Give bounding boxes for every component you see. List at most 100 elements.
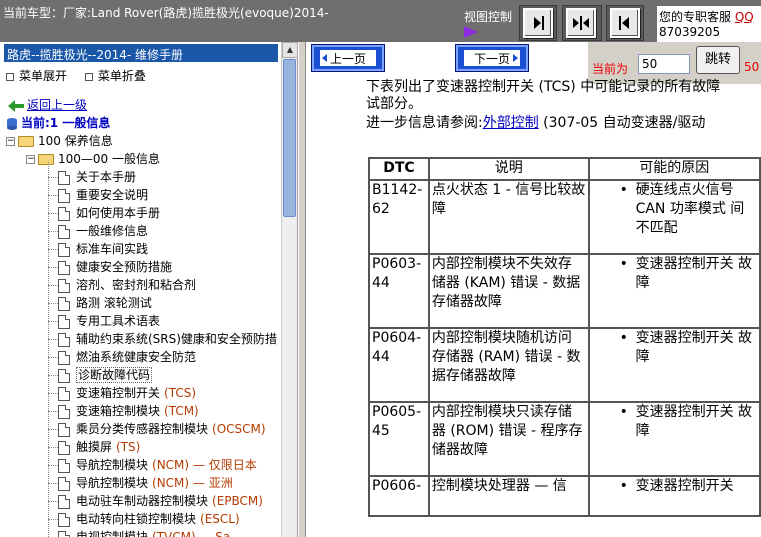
table-header-row: DTC 说明 可能的原因 xyxy=(368,157,761,181)
scroll-up-icon[interactable]: ▲ xyxy=(282,42,298,58)
tree-connector xyxy=(48,303,58,304)
dtc-cause: 变速器控制开关 故障 xyxy=(635,330,753,365)
tree-connector xyxy=(48,177,58,178)
tree-leaf-label: 电视控制模块 xyxy=(76,530,149,537)
tree-leaf-item[interactable]: 变速箱控制开关 (TCS) xyxy=(58,384,196,402)
dtc-description: 内部控制模块随机访问存储器 (RAM) 错误 - 数据存储器故障 xyxy=(427,327,590,403)
database-icon xyxy=(7,117,17,130)
back-arrow-icon xyxy=(8,99,24,112)
document-icon xyxy=(58,260,70,275)
collapse-all-button[interactable]: 菜单折叠 xyxy=(98,69,146,83)
tree-leaf-item[interactable]: 如何使用本手册 xyxy=(58,204,160,222)
expand-all-button[interactable]: 菜单展开 xyxy=(19,69,67,83)
tree-leaf-label: 专用工具术语表 xyxy=(76,314,161,328)
previous-page-label: 上一页 xyxy=(329,51,366,66)
dtc-cause-cell: • 变速器控制开关 故障 xyxy=(587,253,761,329)
header-description: 说明 xyxy=(427,157,590,181)
dtc-table: DTC 说明 可能的原因 B1142-62 点火状态 1 - 信号比较故障 • 硬连线… xyxy=(368,157,761,517)
page-number-input[interactable] xyxy=(638,54,690,74)
tree-leaf-item[interactable]: 辅助约束系统(SRS)健康和安全预防措 xyxy=(58,330,277,348)
tree-leaf-item[interactable]: 溶剂、密封剂和粘合剂 xyxy=(58,276,196,294)
document-icon xyxy=(58,314,70,329)
split-view-button[interactable] xyxy=(566,8,596,38)
service-phone: 87039205 xyxy=(659,25,721,39)
tree-leaf-item[interactable]: 重要安全说明 xyxy=(58,186,148,204)
tree-leaf-item[interactable]: 标准车间实践 xyxy=(58,240,148,258)
current-section: 当前:1 一般信息 xyxy=(21,116,111,130)
tree-leaf-item[interactable]: 诊断故障代码 xyxy=(58,366,153,384)
dtc-cause: 变速器控制开关 xyxy=(635,478,734,494)
back-row[interactable]: 返回上一级 xyxy=(8,96,87,114)
panel-splitter[interactable] xyxy=(298,42,306,537)
tree-leaf-item[interactable]: 导航控制模块 (NCM) — 仅限日本 xyxy=(58,456,257,474)
tree-leaf-item[interactable]: 电视控制模块 (TVCM) — Sa... xyxy=(58,528,242,537)
document-icon xyxy=(58,530,70,537)
tree-leaf-item[interactable]: 电动驻车制动器控制模块 (EPBCM) xyxy=(58,492,263,510)
previous-page-button[interactable]: 上一页 xyxy=(311,44,385,72)
tree-connector xyxy=(48,249,58,250)
collapse-toggle-icon[interactable]: − xyxy=(26,155,35,164)
document-icon xyxy=(58,206,70,221)
tree-node-label: 100—00 一般信息 xyxy=(58,152,160,166)
dtc-cause: 硬连线点火信号 CAN 功率模式 间不匹配 xyxy=(635,182,745,236)
expand-left-icon xyxy=(619,16,629,30)
tree-connector xyxy=(48,285,58,286)
tree-connector xyxy=(48,195,58,196)
tree-leaf-item[interactable]: 一般维修信息 xyxy=(58,222,148,240)
tree-leaf-item[interactable]: 健康安全预防措施 xyxy=(58,258,172,276)
page-total: 50 / 2 xyxy=(744,60,761,74)
tree-leaf-item[interactable]: 乘员分类传感器控制模块 (OCSCM) xyxy=(58,420,266,438)
tree-leaf-item[interactable]: 触摸屏 (TS) xyxy=(58,438,140,456)
dtc-code: P0605-45 xyxy=(368,401,430,477)
car-model-title: 当前车型：厂家:Land Rover(路虎)揽胜极光(evoque)2014- xyxy=(3,6,329,20)
tree-leaf-label: 重要安全说明 xyxy=(76,188,149,202)
tree-node-level2[interactable]: − 100—00 一般信息 xyxy=(26,150,160,168)
collapse-toggle-icon[interactable]: − xyxy=(6,137,15,146)
document-icon xyxy=(58,350,70,365)
dtc-description: 控制模块处理器 — 信 xyxy=(427,475,590,517)
tree-node-label: 100 保养信息 xyxy=(38,134,113,148)
header-possible-cause: 可能的原因 xyxy=(587,157,761,181)
back-link[interactable]: 返回上一级 xyxy=(27,98,87,112)
expand-right-button[interactable] xyxy=(523,8,553,38)
tree-connector xyxy=(48,519,58,520)
service-label: 您的专职客服 xyxy=(659,10,732,24)
tree-leaf-item[interactable]: 变速箱控制模块 (TCM) xyxy=(58,402,199,420)
document-icon xyxy=(58,494,70,509)
jump-button[interactable]: 跳转 xyxy=(696,46,740,74)
tree-leaf-label: 导航控制模块 xyxy=(76,458,149,472)
dtc-code: P0606- xyxy=(368,475,430,517)
tree-leaf-item[interactable]: 专用工具术语表 xyxy=(58,312,160,330)
tree-leaf-item[interactable]: 关于本手册 xyxy=(58,168,136,186)
tree-leaf-item[interactable]: 电动转向柱锁控制模块 (ESCL) xyxy=(58,510,240,528)
bullet-icon: • xyxy=(619,478,628,494)
expand-left-button[interactable] xyxy=(610,8,640,38)
tree-leaf-item[interactable]: 燃油系统健康安全防范 xyxy=(58,348,196,366)
next-page-button[interactable]: 下一页 xyxy=(455,44,529,72)
document-icon xyxy=(58,296,70,311)
header-dtc: DTC xyxy=(368,157,430,181)
tree-leaf-label: 乘员分类传感器控制模块 xyxy=(76,422,209,436)
tree-leaf-code: (OCSCM) xyxy=(212,422,266,436)
tree-connector xyxy=(48,357,58,358)
toc-scrollbar[interactable]: ▲ xyxy=(281,42,298,537)
service-qq-link[interactable]: QQ xyxy=(735,10,754,24)
dtc-cause-cell: • 硬连线点火信号 CAN 功率模式 间不匹配 xyxy=(587,179,761,255)
tree-leaf-label: 健康安全预防措施 xyxy=(76,260,173,274)
tree-leaf-code: (TS) xyxy=(116,440,141,454)
dtc-code: B1142-62 xyxy=(368,179,430,255)
document-icon xyxy=(58,512,70,527)
scroll-thumb[interactable] xyxy=(283,59,296,217)
document-icon xyxy=(58,188,70,203)
view-control-label: 视图控制 xyxy=(464,10,513,24)
bullet-icon: • xyxy=(619,182,628,198)
dtc-cause-cell: • 变速器控制开关 xyxy=(587,475,761,517)
tree-leaf-item[interactable]: 路测 滚轮测试 xyxy=(58,294,152,312)
folder-open-icon xyxy=(18,136,34,147)
tree-leaf-item[interactable]: 导航控制模块 (NCM) — 亚洲 xyxy=(58,474,233,492)
external-control-link[interactable]: 外部控制 xyxy=(483,115,539,131)
document-icon xyxy=(58,422,70,437)
left-arrow-icon xyxy=(322,54,327,62)
tree-node-level1[interactable]: − 100 保养信息 xyxy=(6,132,113,150)
tree-leaf-label: 诊断故障代码 xyxy=(76,367,153,383)
